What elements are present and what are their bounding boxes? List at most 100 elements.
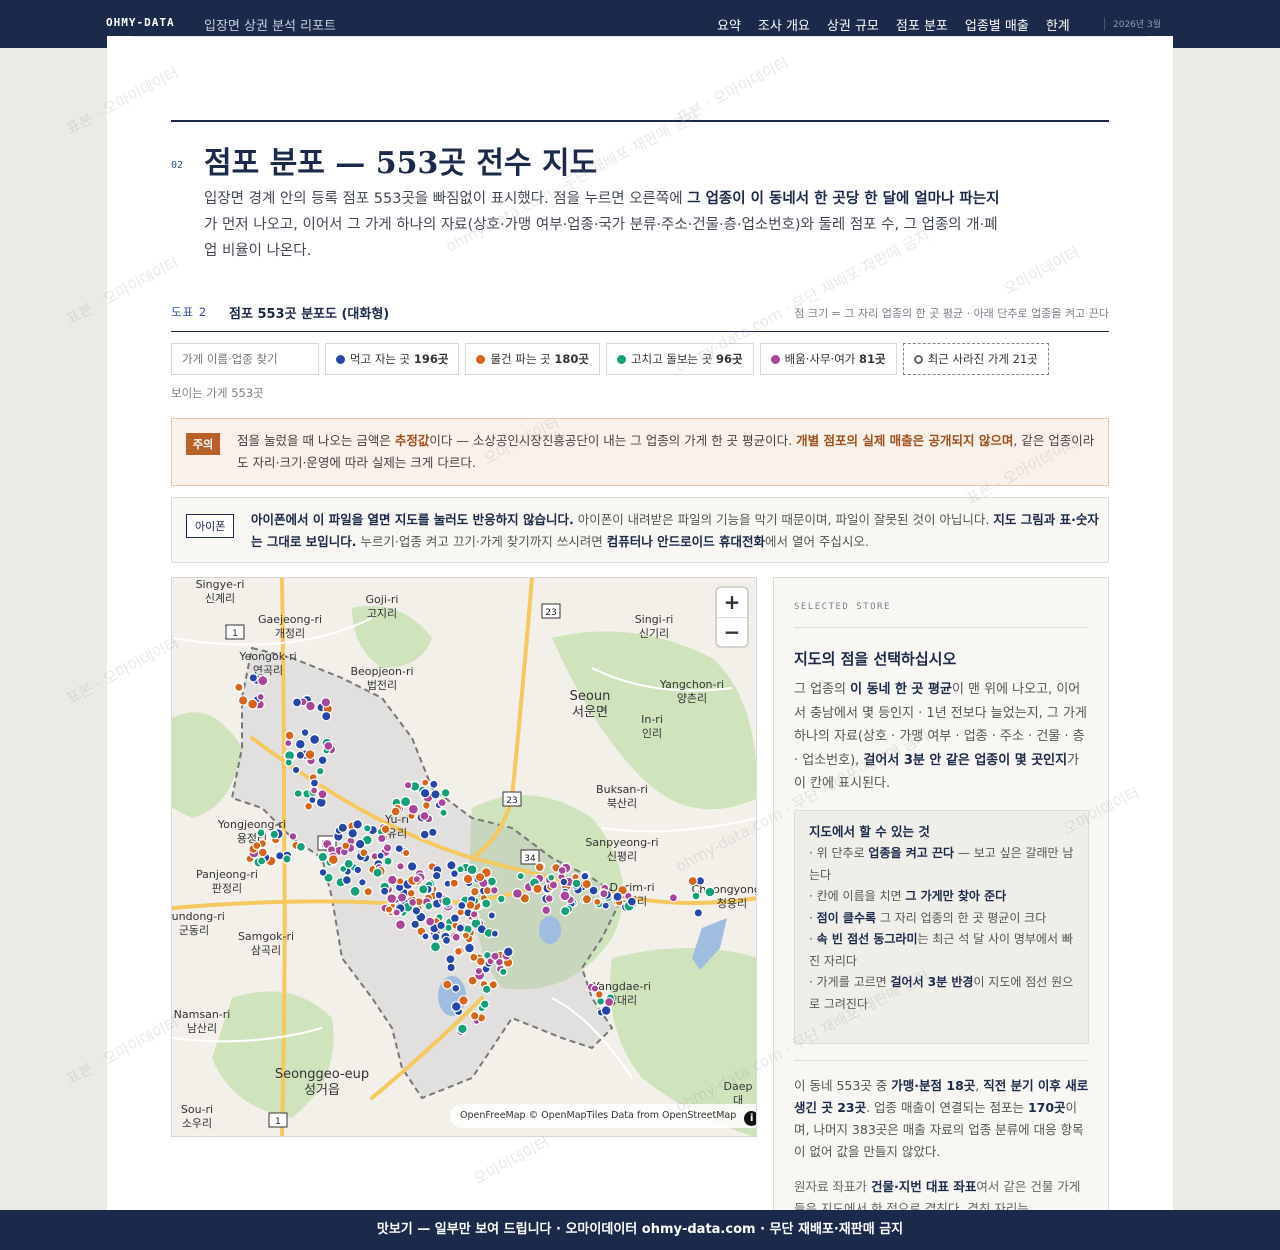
store-dot[interactable] (490, 951, 500, 961)
store-dot[interactable] (470, 886, 480, 897)
store-dot[interactable] (396, 892, 408, 903)
store-dot[interactable] (534, 862, 545, 873)
store-dot[interactable] (441, 935, 452, 945)
store-dot[interactable] (425, 916, 436, 927)
store-dot[interactable] (410, 919, 420, 930)
store-dot[interactable] (442, 979, 453, 990)
store-dot[interactable] (465, 900, 476, 911)
store-dot[interactable] (359, 848, 369, 858)
store-dot[interactable] (308, 796, 317, 805)
store-dot[interactable] (252, 841, 262, 851)
nav-link-overview[interactable]: 조사 개요 (758, 15, 810, 34)
store-dot[interactable] (406, 861, 418, 872)
store-dot[interactable] (490, 886, 499, 895)
store-dot[interactable] (559, 890, 571, 902)
store-dot[interactable] (387, 874, 398, 886)
store-dot[interactable] (599, 889, 609, 899)
zoom-in-button[interactable]: + (717, 588, 747, 617)
store-dot[interactable] (304, 749, 316, 761)
store-dot[interactable] (392, 908, 401, 917)
store-dot[interactable] (247, 698, 259, 710)
store-dot[interactable] (291, 697, 302, 708)
store-dot[interactable] (257, 675, 269, 687)
store-dot[interactable] (353, 865, 363, 875)
store-dot[interactable] (429, 779, 439, 789)
store-dot[interactable] (434, 890, 444, 900)
store-dot[interactable] (419, 829, 430, 840)
store-dot[interactable] (693, 908, 704, 918)
store-dot[interactable] (384, 905, 394, 914)
store-dot[interactable] (436, 920, 446, 931)
store-dot[interactable] (548, 880, 559, 890)
store-dot[interactable] (486, 876, 497, 887)
store-dot[interactable] (451, 932, 461, 942)
store-dot[interactable] (559, 877, 569, 887)
store-dot[interactable] (431, 932, 441, 942)
store-dot[interactable] (256, 692, 265, 702)
store-dot[interactable] (321, 710, 332, 722)
store-dot[interactable] (317, 789, 328, 800)
zoom-out-button[interactable]: − (717, 617, 747, 646)
store-dot[interactable] (511, 888, 523, 900)
store-dot[interactable] (424, 901, 434, 911)
store-dot[interactable] (382, 843, 393, 853)
store-dot[interactable] (449, 878, 459, 888)
store-dot[interactable] (403, 780, 413, 790)
store-dot[interactable] (466, 864, 478, 876)
store-dot[interactable] (248, 673, 259, 683)
store-dot[interactable] (394, 844, 404, 854)
store-dot[interactable] (441, 896, 452, 907)
store-dot[interactable] (581, 894, 592, 905)
store-dot[interactable] (439, 808, 448, 817)
store-dot[interactable] (601, 901, 610, 910)
store-dot[interactable] (451, 983, 461, 993)
store-dot[interactable] (687, 875, 698, 887)
store-dot[interactable] (316, 766, 325, 776)
store-dot[interactable] (352, 819, 363, 830)
store-dot[interactable] (596, 996, 606, 1006)
filter-closed-stores[interactable]: 최근 사라진 가게 21곳 (902, 343, 1049, 375)
store-dot[interactable] (450, 1001, 462, 1013)
filter-repair-care[interactable]: 고치고 돌보는 곳 96곳 (605, 343, 754, 375)
store-dot[interactable] (429, 941, 442, 953)
store-search-input[interactable] (182, 352, 308, 366)
store-dot[interactable] (407, 803, 419, 815)
store-dot[interactable] (363, 887, 373, 897)
store-dot[interactable] (446, 860, 457, 871)
store-dot[interactable] (408, 897, 418, 907)
store-dot[interactable] (317, 755, 328, 766)
store-dot[interactable] (372, 867, 383, 878)
store-dot[interactable] (317, 851, 329, 863)
store-dot[interactable] (386, 893, 398, 905)
store-dot[interactable] (455, 923, 465, 933)
store-dot[interactable] (421, 932, 430, 941)
store-dot[interactable] (626, 896, 637, 907)
store-dot[interactable] (532, 883, 543, 895)
store-dot[interactable] (474, 872, 486, 883)
store-dot[interactable] (383, 856, 393, 866)
store-dot[interactable] (490, 929, 499, 938)
store-dot[interactable] (421, 778, 430, 787)
filter-food-lodging[interactable]: 먹고 자는 곳 196곳 (325, 343, 460, 375)
store-dot[interactable] (377, 833, 387, 844)
store-dot[interactable] (358, 877, 367, 887)
store-dot[interactable] (323, 740, 334, 751)
store-dot[interactable] (363, 824, 372, 833)
nav-link-scale[interactable]: 상권 규모 (827, 15, 879, 34)
store-dot[interactable] (593, 897, 602, 906)
store-dot[interactable] (571, 878, 582, 889)
store-dot[interactable] (318, 868, 328, 877)
filter-retail[interactable]: 물건 파는 곳 180곳 (465, 343, 600, 375)
store-dot[interactable] (481, 984, 492, 995)
store-dot[interactable] (401, 848, 411, 858)
store-dot[interactable] (327, 854, 339, 866)
store-dot[interactable] (257, 847, 268, 858)
store-dot[interactable] (256, 828, 266, 838)
store-dot[interactable] (347, 828, 358, 839)
store-dot[interactable] (691, 891, 701, 901)
store-dot[interactable] (547, 873, 556, 882)
store-dot[interactable] (337, 822, 348, 833)
store-dot[interactable] (310, 786, 319, 795)
filter-education-office[interactable]: 배움·사무·여가 81곳 (759, 343, 897, 375)
store-dot[interactable] (341, 875, 352, 886)
